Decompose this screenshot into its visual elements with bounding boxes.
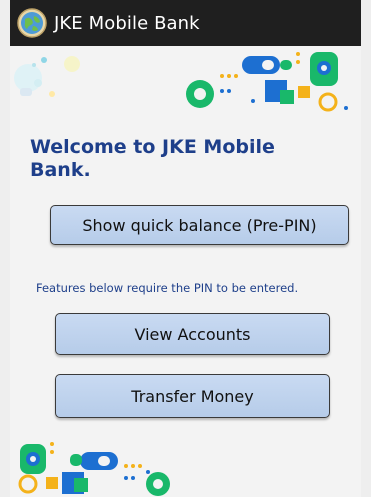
welcome-heading: Welcome to JKE Mobile Bank. — [30, 136, 275, 181]
title-bar: JKE Mobile Bank — [10, 0, 361, 46]
pin-required-note: Features below require the PIN to be ent… — [36, 281, 299, 295]
transfer-money-button[interactable]: Transfer Money — [55, 374, 330, 418]
globe-app-icon — [17, 8, 47, 38]
view-accounts-button[interactable]: View Accounts — [55, 313, 330, 355]
decorative-dots-banner-top — [14, 52, 348, 112]
app-title: JKE Mobile Bank — [54, 12, 200, 34]
app-screen: JKE Mobile Bank Welcome to JKE Mobile Ba… — [10, 0, 361, 497]
quick-balance-button[interactable]: Show quick balance (Pre-PIN) — [50, 205, 349, 245]
decorative-dots-banner-bottom — [18, 442, 170, 496]
